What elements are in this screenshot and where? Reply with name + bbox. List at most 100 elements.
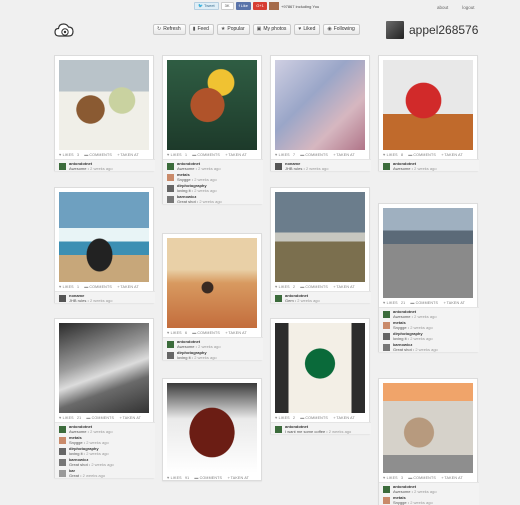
comments-stat[interactable]: ▬ COMMENTS	[408, 475, 436, 480]
comments-stat[interactable]: ▬ COMMENTS	[300, 152, 328, 157]
taken-at-stat[interactable]: ⌖ TAKEN AT	[119, 415, 141, 420]
taken-at-stat[interactable]: ⌖ TAKEN AT	[333, 415, 355, 420]
taken-at-stat[interactable]: ⌖ TAKEN AT	[441, 152, 463, 157]
avatar[interactable]	[167, 196, 174, 203]
photo-stats: ♥ LIKES 91 ▬ COMMENTS ⌖ TAKEN AT	[167, 475, 259, 480]
photo-image[interactable]	[167, 60, 257, 150]
avatar[interactable]	[275, 163, 282, 170]
comment-text: Awesome	[69, 428, 87, 434]
avatar[interactable]	[167, 163, 174, 170]
cloud-logo-icon[interactable]	[54, 21, 74, 38]
likes-stat[interactable]: ♥ LIKES 3	[383, 475, 403, 480]
avatar[interactable]	[167, 185, 174, 192]
taken-at-stat[interactable]: ⌖ TAKEN AT	[333, 152, 355, 157]
photo-card: ♥ LIKES 3 ▬ COMMENTS ⌖ TAKEN AT antondotnet Awe…	[54, 55, 155, 171]
main-nav: ↻ Refresh ▮ Feed ★ Popular ▣ My photos ♥ Like…	[153, 24, 360, 35]
comment-time: 2 weeks ago	[198, 343, 221, 349]
avatar[interactable]	[59, 437, 66, 444]
likes-stat[interactable]: ♥ LIKES 6	[167, 330, 187, 335]
avatar[interactable]	[383, 497, 390, 504]
popular-button[interactable]: ★ Popular	[216, 24, 250, 35]
taken-at-stat[interactable]: ⌖ TAKEN AT	[227, 475, 249, 480]
my-photos-button[interactable]: ▣ My photos	[252, 24, 292, 35]
feed-button[interactable]: ▮ Feed	[188, 24, 214, 35]
user-profile[interactable]: appel268576	[386, 21, 478, 39]
avatar	[386, 21, 404, 39]
comments-stat[interactable]: ▬ COMMENTS	[192, 152, 220, 157]
following-button[interactable]: ◉ Following	[323, 24, 360, 35]
comments-stat[interactable]: ▬ COMMENTS	[300, 415, 328, 420]
avatar[interactable]	[167, 341, 174, 348]
likes-label: LIKES	[62, 415, 74, 420]
comments-stat[interactable]: ▬ COMMENTS	[86, 415, 114, 420]
likes-stat[interactable]: ♥ LIKES 2	[275, 415, 295, 420]
liked-button[interactable]: ♥ Liked	[294, 24, 321, 35]
likes-stat[interactable]: ♥ LIKES 1	[167, 152, 187, 157]
comments-stat[interactable]: ▬ COMMENTS	[410, 300, 438, 305]
like-button[interactable]: f Like	[235, 2, 252, 10]
likes-stat[interactable]: ♥ LIKES 21	[383, 300, 405, 305]
refresh-button[interactable]: ↻ Refresh	[153, 24, 186, 35]
avatar[interactable]	[59, 295, 66, 302]
likes-stat[interactable]: ♥ LIKES 21	[59, 415, 81, 420]
photo-image[interactable]	[383, 383, 473, 473]
photo-image[interactable]	[59, 323, 149, 413]
logout-link[interactable]: logout	[462, 5, 474, 10]
likes-label: LIKES	[278, 415, 290, 420]
taken-at-stat[interactable]: ⌖ TAKEN AT	[117, 284, 139, 289]
comments-stat[interactable]: ▬ COMMENTS	[194, 475, 222, 480]
comment-text: Snygge	[177, 176, 191, 182]
likes-stat[interactable]: ♥ LIKES 7	[275, 152, 295, 157]
photo-image[interactable]	[59, 192, 149, 282]
comments-stat[interactable]: ▬ COMMENTS	[192, 330, 220, 335]
taken-at-stat[interactable]: ⌖ TAKEN AT	[441, 475, 463, 480]
likes-stat[interactable]: ♥ LIKES 91	[167, 475, 189, 480]
location-icon: ⌖	[224, 330, 228, 335]
comment-list: antondotnet Awesome • 2 weeks ago	[379, 159, 479, 171]
photo-image[interactable]	[275, 60, 365, 150]
avatar[interactable]	[59, 448, 66, 455]
avatar[interactable]	[383, 486, 390, 493]
gplus-button[interactable]: G+1	[253, 2, 268, 10]
avatar[interactable]	[383, 163, 390, 170]
photo-image[interactable]	[275, 323, 365, 413]
location-icon: ⌖	[443, 300, 446, 305]
taken-at-stat[interactable]: ⌖ TAKEN AT	[117, 152, 139, 157]
avatar[interactable]	[59, 163, 66, 170]
avatar[interactable]	[383, 311, 390, 318]
comments-stat[interactable]: ▬ COMMENTS	[300, 284, 328, 289]
avatar[interactable]	[383, 333, 390, 340]
taken-at-stat[interactable]: ⌖ TAKEN AT	[333, 284, 355, 289]
avatar[interactable]	[383, 322, 390, 329]
avatar[interactable]	[275, 426, 282, 433]
comment-time: 2 weeks ago	[305, 165, 329, 171]
likes-stat[interactable]: ♥ LIKES 3	[59, 152, 79, 157]
taken-at-stat[interactable]: ⌖ TAKEN AT	[225, 152, 247, 157]
avatar[interactable]	[59, 470, 66, 477]
about-link[interactable]: about	[437, 5, 448, 10]
avatar[interactable]	[59, 426, 66, 433]
photo-image[interactable]	[59, 60, 149, 150]
photo-image[interactable]	[383, 208, 473, 298]
taken-at-stat[interactable]: ⌖ TAKEN AT	[225, 330, 247, 335]
comments-stat[interactable]: ▬ COMMENTS	[84, 152, 112, 157]
avatar[interactable]	[275, 295, 282, 302]
comments-label: COMMENTS	[305, 284, 328, 289]
avatar[interactable]	[167, 352, 174, 359]
likes-stat[interactable]: ♥ LIKES 1	[59, 284, 79, 289]
likes-stat[interactable]: ♥ LIKES 8	[383, 152, 403, 157]
comments-stat[interactable]: ▬ COMMENTS	[408, 152, 436, 157]
taken-at-stat[interactable]: ⌖ TAKEN AT	[443, 300, 465, 305]
photo-image[interactable]	[275, 192, 365, 282]
avatar[interactable]	[167, 174, 174, 181]
location-icon: ⌖	[116, 284, 120, 289]
avatar[interactable]	[59, 459, 66, 466]
tweet-button[interactable]: 🐦 Tweet	[194, 2, 219, 10]
likes-stat[interactable]: ♥ LIKES 2	[275, 284, 295, 289]
photo-image[interactable]	[167, 238, 257, 328]
comments-stat[interactable]: ▬ COMMENTS	[84, 284, 112, 289]
location-icon: ⌖	[332, 152, 336, 157]
avatar[interactable]	[383, 344, 390, 351]
photo-image[interactable]	[167, 383, 257, 473]
photo-image[interactable]	[383, 60, 473, 150]
